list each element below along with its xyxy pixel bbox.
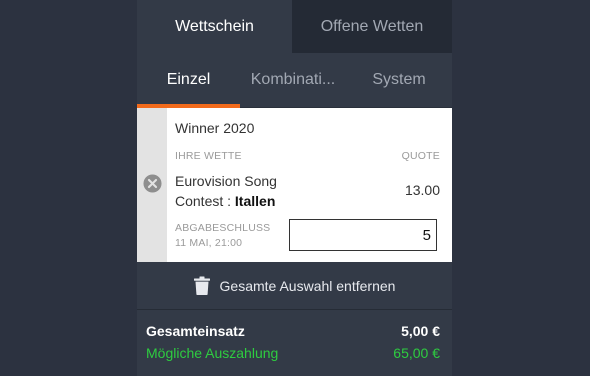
payout-value: 65,00 €: [393, 345, 440, 361]
bet-card: Winner 2020 IHRE WETTE QUOTE Eurovision …: [137, 108, 452, 262]
odds-value: 13.00: [404, 182, 440, 198]
betslip-panel: Wettschein Offene Wetten Einzel Kombinat…: [137, 0, 452, 376]
selection-market: Contest :: [175, 193, 235, 209]
total-stake-row: Gesamteinsatz 5,00 €: [146, 323, 440, 339]
trash-icon: [193, 276, 210, 295]
close-circle-icon: [142, 173, 162, 193]
bet-type-tabs: Einzel Kombinati... System: [137, 53, 452, 108]
deadline: ABGABESCHLUSS 11 MAI, 21:00: [175, 221, 270, 251]
total-stake-label: Gesamteinsatz: [146, 323, 245, 339]
clear-all-button[interactable]: Gesamte Auswahl entfernen: [137, 262, 452, 309]
selection-text: Eurovision Song Contest : Itallen: [175, 171, 277, 211]
total-stake-value: 5,00 €: [401, 323, 440, 339]
deadline-value: 11 MAI, 21:00: [175, 237, 243, 249]
payout-label: Mögliche Auszahlung: [146, 345, 279, 361]
tab-einzel[interactable]: Einzel: [137, 53, 240, 108]
remove-bet-button[interactable]: [137, 108, 167, 262]
selection-line2: Contest : Itallen: [175, 191, 277, 211]
bet-details: Winner 2020 IHRE WETTE QUOTE Eurovision …: [167, 108, 452, 262]
tab-offene-wetten[interactable]: Offene Wetten: [292, 0, 452, 53]
deadline-label: ABGABESCHLUSS: [175, 222, 271, 234]
event-name: Winner 2020: [175, 120, 255, 136]
tab-system[interactable]: System: [346, 53, 452, 107]
selection-pick: Itallen: [234, 193, 276, 209]
selection-line1: Eurovision Song: [175, 173, 277, 189]
odds-label: QUOTE: [401, 150, 440, 162]
tab-wettschein[interactable]: Wettschein: [137, 0, 292, 53]
your-bet-label: IHRE WETTE: [175, 150, 242, 162]
summary-divider: [137, 309, 452, 310]
stake-input[interactable]: [289, 219, 437, 251]
clear-all-label: Gesamte Auswahl entfernen: [219, 277, 396, 294]
betslip-top-tabs: Wettschein Offene Wetten: [137, 0, 452, 53]
payout-row: Mögliche Auszahlung 65,00 €: [146, 345, 440, 361]
tab-kombination[interactable]: Kombinati...: [240, 53, 346, 107]
